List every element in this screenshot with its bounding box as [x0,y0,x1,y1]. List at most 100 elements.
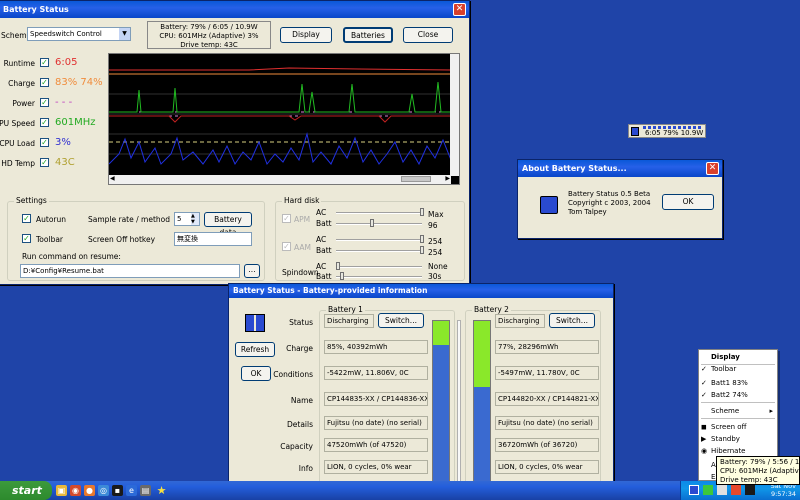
aam-ac-thumb[interactable] [420,235,424,243]
battery1-level-bar [432,320,450,482]
autorun-checkbox[interactable]: ✓ [22,214,31,223]
tray-battery-icon[interactable] [689,485,699,495]
spindown-ac-slider[interactable] [336,266,422,268]
metric-value: - - - [55,97,73,108]
sample-rate-spinner[interactable]: 5 ▲ ▼ [174,212,200,226]
battery2-switch-button[interactable]: Switch... [549,313,595,328]
battery-splitter-track[interactable] [457,320,461,482]
context-menu-item[interactable]: Display [699,353,777,361]
quicklaunch-ie-icon[interactable]: e [126,485,137,496]
quicklaunch-folder-icon[interactable]: ▣ [56,485,67,496]
quicklaunch-firefox-icon[interactable]: ● [84,485,95,496]
status-summary: Battery: 79% / 6:05 / 10.9W CPU: 601MHz … [147,21,271,49]
context-menu-item[interactable]: ✓ Toolbar [699,365,777,373]
quicklaunch-network-icon[interactable]: ◎ [98,485,109,496]
battery1-switch-button[interactable]: Switch... [378,313,424,328]
scheme-select[interactable]: Speedswitch Control ▼ [27,27,131,41]
settings-group-title: Settings [14,196,49,205]
main-titlebar[interactable]: Battery Status ✕ [0,1,469,18]
apm-batt-thumb[interactable] [370,219,374,227]
metric-checkbox[interactable]: ✓ [40,98,49,107]
tray-volume-icon[interactable] [717,485,727,495]
battery-info-window: Battery Status - Battery-provided inform… [228,283,614,484]
scroll-left-icon[interactable]: ◀ [110,175,115,182]
context-menu-item[interactable]: ✓ Batt2 74% [699,391,777,399]
metric-label: HD Temp [1,159,35,168]
aam-checkbox[interactable]: ✓ [282,242,291,251]
battery-data-button[interactable]: Battery data [204,212,252,237]
context-menu-item[interactable]: ◉ Hibernate [699,447,777,455]
metric-checkbox[interactable]: ✓ [40,58,49,67]
display-button[interactable]: Display [280,27,332,43]
battery-info-titlebar[interactable]: Battery Status - Battery-provided inform… [229,284,613,298]
toolbar-checkbox[interactable]: ✓ [22,234,31,243]
batteries-button[interactable]: Batteries [343,27,393,43]
battery2-info-field: LION, 0 cycles, 0% wear [495,460,599,474]
close-button[interactable]: Close [403,27,453,43]
battery2-title: Battery 2 [472,305,511,314]
metric-checkbox[interactable]: ✓ [40,118,49,127]
aam-batt-value: 254 [428,248,443,257]
scroll-thumb[interactable] [401,176,431,182]
apm-checkbox[interactable]: ✓ [282,214,291,223]
screen-off-hotkey-field[interactable]: 無変換 [174,232,252,246]
quicklaunch-tool-icon[interactable]: ▤ [140,485,151,496]
refresh-button[interactable]: Refresh [235,342,275,357]
check-icon: ✓ [701,391,707,399]
run-command-label: Run command on resume: [22,252,121,261]
context-menu-item[interactable]: Scheme ▸ [699,407,777,415]
context-menu-item[interactable]: ✓ Batt1 83% [699,379,777,387]
spindown-batt-thumb[interactable] [340,272,344,280]
battery1-info-field: LION, 0 cycles, 0% wear [324,460,428,474]
apm-ac-label: AC [316,208,327,217]
battery-status-window: Battery Status ✕ Scheme Speedswitch Cont… [0,0,470,285]
quicklaunch-terminal-icon[interactable]: ▪ [112,485,123,496]
context-menu-item-label: Hibernate [711,447,746,455]
aam-batt-slider[interactable] [336,250,422,252]
tray-app-icon[interactable] [731,485,741,495]
spindown-batt-slider[interactable] [336,276,422,278]
close-icon[interactable]: ✕ [453,3,466,16]
metric-checkbox[interactable]: ✓ [40,78,49,87]
scroll-right-icon[interactable]: ▶ [445,175,450,182]
aam-batt-label: Batt [316,246,332,255]
apm-ac-thumb[interactable] [420,208,424,216]
cpu-load-trace [109,132,451,166]
row-label: Details [286,420,313,429]
tray-network-icon[interactable] [703,485,713,495]
tray-tooltip: Battery: 79% / 5:56 / 11. CPU: 601MHz (Ad… [716,456,800,485]
metric-checkbox[interactable]: ✓ [40,158,49,167]
context-menu-item-label: Batt1 83% [711,379,748,387]
about-ok-button[interactable]: OK [662,194,714,210]
context-menu-item[interactable]: ◼ Screen off [699,423,777,431]
about-titlebar[interactable]: About Battery Status... ✕ [518,160,722,177]
graph-horizontal-scrollbar[interactable]: ◀ ▶ [109,175,451,184]
spindown-batt-value: 30s [428,272,442,281]
browse-button[interactable]: ... [244,264,260,278]
quicklaunch-star-icon[interactable]: ★ [156,485,167,496]
status-line-cpu: CPU: 601MHz (Adaptive) 3% [159,32,259,40]
run-command-field[interactable]: D:¥Config¥Resume.bat [20,264,240,278]
aam-batt-thumb[interactable] [420,246,424,254]
start-button[interactable]: start [0,481,52,500]
graph-vertical-scrollbar[interactable] [450,54,459,176]
quicklaunch-app-icon[interactable]: ◉ [70,485,81,496]
tray-app2-icon[interactable] [745,485,755,495]
sample-rate-value: 5 [177,215,182,223]
autorun-label: Autorun [36,215,67,224]
apm-batt-value: 96 [428,221,438,230]
apm-ac-slider[interactable] [336,212,422,214]
context-menu-item[interactable]: ▶ Standby [699,435,777,443]
main-window-title: Battery Status [3,5,69,14]
apm-batt-slider[interactable] [336,223,422,225]
metric-checkbox[interactable]: ✓ [40,138,49,147]
check-icon: ✓ [701,379,707,387]
spinner-arrows-icon[interactable]: ▲ ▼ [191,213,199,225]
aam-ac-slider[interactable] [336,239,422,241]
status-line-battery: Battery: 79% / 6:05 / 10.9W [160,23,258,31]
spindown-ac-thumb[interactable] [336,262,340,270]
about-close-icon[interactable]: ✕ [706,162,719,175]
desktop-mini-toolbar[interactable]: 6:05 79% 10.9W [628,124,706,138]
menu-item-icon: ◉ [701,447,708,455]
batt-ok-button[interactable]: OK [241,366,271,381]
